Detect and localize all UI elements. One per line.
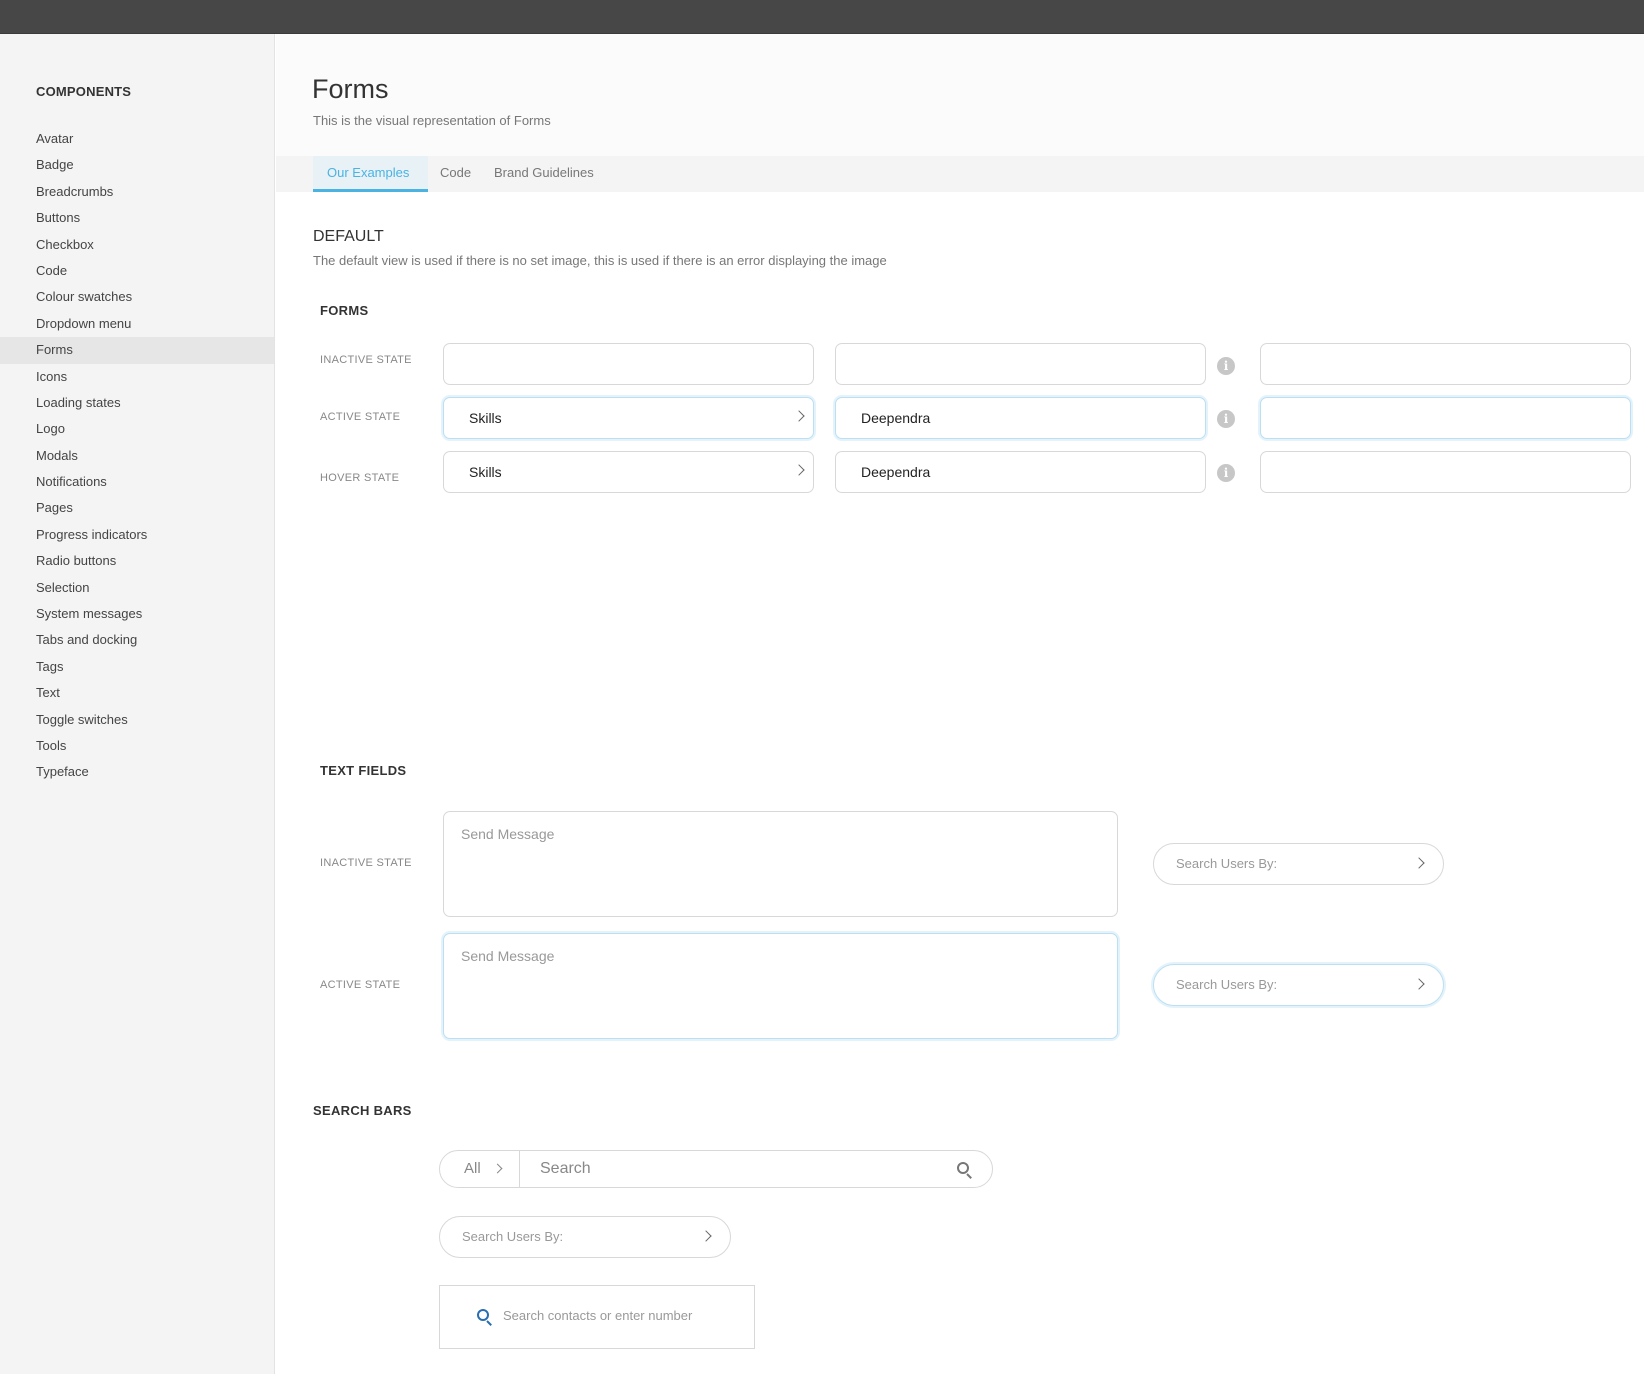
search-input[interactable]: Search [540,1151,591,1187]
search-users-pill-inactive[interactable]: Search Users By: [1153,843,1444,885]
plain-field-active[interactable] [1260,397,1631,439]
sidebar-item-breadcrumbs[interactable]: Breadcrumbs [0,179,274,205]
sidebar-item-pages[interactable]: Pages [0,495,274,521]
search-users-placeholder: Search Users By: [1176,856,1278,871]
text-field-inactive[interactable] [835,343,1206,385]
sidebar-item-forms[interactable]: Forms [0,337,274,364]
plain-field-inactive[interactable] [1260,343,1631,385]
sidebar-item-typeface[interactable]: Typeface [0,759,274,785]
search-users-pill-active[interactable]: Search Users By: [1153,964,1444,1006]
text-fields-row-label-active: ACTIVE STATE [320,979,401,991]
sidebar-heading: COMPONENTS [36,84,132,99]
page-title: Forms [312,74,389,104]
text-field-active[interactable]: Deependra [835,397,1206,439]
sidebar-item-dropdown-menu[interactable]: Dropdown menu [0,311,274,337]
sidebar-item-modals[interactable]: Modals [0,443,274,469]
tab-code[interactable]: Code [440,156,471,192]
sidebar-item-text[interactable]: Text [0,680,274,706]
dropdown-value: Skills [469,410,502,426]
chevron-right-icon [793,464,805,476]
contacts-search-box[interactable]: Search contacts or enter number [439,1285,755,1349]
top-bar [0,0,1644,34]
sidebar-item-colour-swatches[interactable]: Colour swatches [0,284,274,310]
forms-row-label-hover: HOVER STATE [320,472,400,484]
category-select[interactable]: All [440,1151,520,1187]
contacts-search-input[interactable]: Search contacts or enter number [503,1308,692,1323]
sidebar-item-code[interactable]: Code [0,258,274,284]
category-value: All [464,1160,481,1177]
message-textarea-active[interactable]: Send Message [443,933,1118,1039]
sidebar-item-selection[interactable]: Selection [0,575,274,601]
sidebar-item-loading-states[interactable]: Loading states [0,390,274,416]
dropdown-field-inactive[interactable] [443,343,814,385]
plain-field-hover[interactable] [1260,451,1631,493]
search-users-placeholder: Search Users By: [462,1229,564,1244]
info-icon[interactable]: i [1217,357,1235,375]
section-title: DEFAULT [313,228,384,245]
search-icon-handle [966,1173,972,1179]
forms-title: FORMS [320,303,369,318]
chevron-right-icon [492,1163,503,1174]
category-search-bar: All Search [439,1150,993,1188]
search-users-pill[interactable]: Search Users By: [439,1216,731,1258]
sidebar-item-icons[interactable]: Icons [0,364,274,390]
sidebar-item-progress-indicators[interactable]: Progress indicators [0,522,274,548]
search-icon-handle [486,1320,492,1326]
search-users-placeholder: Search Users By: [1176,977,1278,992]
sidebar-item-radio-buttons[interactable]: Radio buttons [0,548,274,574]
page-header: Forms This is the visual representation … [276,34,1644,156]
sidebar-item-notifications[interactable]: Notifications [0,469,274,495]
dropdown-value: Skills [469,464,502,480]
tab-our-examples[interactable]: Our Examples [313,156,428,192]
search-icon [477,1309,493,1326]
chevron-right-icon [700,1230,712,1242]
search-bars-title: SEARCH BARS [313,1103,412,1118]
sidebar-item-tags[interactable]: Tags [0,654,274,680]
info-icon[interactable]: i [1217,410,1235,428]
text-fields-title: TEXT FIELDS [320,763,407,778]
dropdown-field-hover[interactable]: Skills [443,451,814,493]
text-fields-row-label-inactive: INACTIVE STATE [320,857,412,869]
sidebar: COMPONENTS Avatar Badge Breadcrumbs Butt… [0,34,275,1374]
info-icon[interactable]: i [1217,464,1235,482]
sidebar-item-buttons[interactable]: Buttons [0,205,274,231]
sidebar-item-tools[interactable]: Tools [0,733,274,759]
sidebar-item-system-messages[interactable]: System messages [0,601,274,627]
chevron-right-icon [1413,978,1425,990]
tab-bar: Our Examples Code Brand Guidelines [276,156,1644,192]
sidebar-list: Avatar Badge Breadcrumbs Buttons Checkbo… [0,126,274,786]
chevron-right-icon [793,410,805,422]
sidebar-item-toggle-switches[interactable]: Toggle switches [0,707,274,733]
sidebar-item-logo[interactable]: Logo [0,416,274,442]
dropdown-field-active[interactable]: Skills [443,397,814,439]
page-subtitle: This is the visual representation of For… [313,113,551,128]
tab-brand-guidelines[interactable]: Brand Guidelines [494,156,594,192]
forms-row-label-active: ACTIVE STATE [320,411,401,423]
forms-row-label-inactive: INACTIVE STATE [320,354,412,366]
sidebar-item-tabs-and-docking[interactable]: Tabs and docking [0,627,274,653]
sidebar-item-checkbox[interactable]: Checkbox [0,232,274,258]
search-icon[interactable] [957,1162,973,1179]
sidebar-item-avatar[interactable]: Avatar [0,126,274,152]
sidebar-item-badge[interactable]: Badge [0,152,274,178]
chevron-right-icon [1413,857,1425,869]
message-textarea-inactive[interactable]: Send Message [443,811,1118,917]
text-field-hover[interactable]: Deependra [835,451,1206,493]
section-description: The default view is used if there is no … [313,253,887,268]
